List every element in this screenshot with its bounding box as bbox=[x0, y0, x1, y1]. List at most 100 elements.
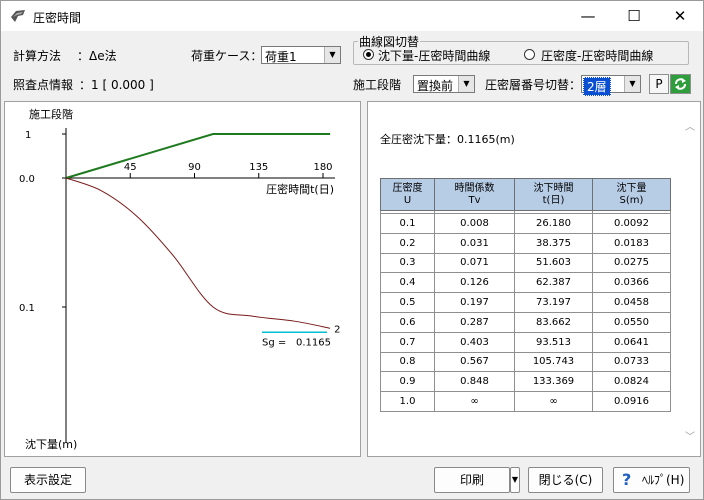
table-cell: 0.197 bbox=[434, 292, 515, 313]
radio-settlement-time[interactable] bbox=[363, 49, 374, 60]
load-case-label: 荷重ケース： bbox=[191, 49, 263, 63]
table-cell: 0.3 bbox=[380, 252, 435, 274]
minimize-button[interactable]: — bbox=[565, 1, 611, 31]
layer-select[interactable]: 2層 ▼ bbox=[581, 75, 641, 96]
layer-switch-label: 圧密層番号切替： bbox=[485, 78, 582, 92]
table-cell: 0.071 bbox=[434, 252, 515, 274]
load-case-select[interactable]: 荷重1 ▼ bbox=[261, 46, 341, 64]
table-cell: 0.0733 bbox=[592, 351, 671, 373]
consolidation-time-window: 圧密時間 — ☐ ✕ 計算方法 ：Δe法 荷重ケース： 荷重1 ▼ 曲線図切替 … bbox=[0, 0, 704, 500]
header-settlement-time: 沈下時間 t(日) bbox=[514, 178, 593, 211]
stage-tick-label: 1 bbox=[25, 130, 31, 141]
table-cell: 105.743 bbox=[514, 351, 593, 373]
y-tick-label: 0.1 bbox=[19, 303, 35, 314]
table-cell: 26.180 bbox=[514, 213, 593, 234]
help-icon: ? bbox=[622, 470, 632, 489]
table-cell: 83.662 bbox=[514, 311, 593, 333]
table-cell: 51.603 bbox=[514, 252, 593, 274]
table-cell: 0.287 bbox=[434, 311, 515, 333]
table-cell: 0.008 bbox=[434, 213, 515, 234]
table-row: 0.9 0.848 133.369 0.0824 bbox=[380, 371, 671, 393]
table-cell: 0.9 bbox=[380, 371, 435, 393]
table-cell: 133.369 bbox=[514, 371, 593, 393]
calc-method-value: ：Δe法 bbox=[77, 49, 117, 63]
header-time-factor: 時間係数 Tv bbox=[434, 178, 515, 211]
refresh-button[interactable] bbox=[670, 74, 691, 94]
graph-panel: 施工段階 1 0.0 45 90 135 180 圧密時間t(日) 0.1 沈下量(m) 2 Sg =… bbox=[4, 101, 361, 457]
results-table: 圧密度 U 時間係数 Tv 沈下時間 t(日) 沈下量 S(m) 0.1 0.008 26.… bbox=[380, 178, 671, 412]
table-cell: 0.1 bbox=[380, 213, 435, 234]
table-cell: 0.7 bbox=[380, 331, 435, 353]
scroll-up-icon[interactable]: ︿ bbox=[683, 118, 697, 133]
close-button[interactable]: 閉じる(C) bbox=[528, 467, 603, 493]
table-cell: ∞ bbox=[514, 391, 593, 412]
radio-degree-time-label[interactable]: 圧密度-圧密時間曲線 bbox=[541, 47, 653, 64]
table-cell: 0.031 bbox=[434, 232, 515, 254]
header-settlement: 沈下量 S(m) bbox=[592, 178, 671, 211]
settlement-curve bbox=[65, 177, 331, 329]
maximize-button[interactable]: ☐ bbox=[611, 1, 657, 31]
window-title: 圧密時間 bbox=[33, 11, 82, 25]
stage-label: 施工段階 bbox=[353, 78, 402, 92]
table-cell: 0.126 bbox=[434, 272, 515, 294]
check-point-value: ：1 [ 0.000 ] bbox=[79, 78, 154, 92]
table-row: 1.0 ∞ ∞ 0.0916 bbox=[380, 391, 671, 412]
results-panel: 全圧密沈下量：0.1165(m) 圧密度 U 時間係数 Tv 沈下時間 t(日) 沈下… bbox=[367, 101, 701, 457]
x-tick-label: 135 bbox=[249, 162, 268, 173]
table-row: 0.1 0.008 26.180 0.0092 bbox=[380, 213, 671, 234]
print-button[interactable]: 印刷 bbox=[434, 467, 510, 493]
table-cell: 0.0183 bbox=[592, 232, 671, 254]
table-row: 0.8 0.567 105.743 0.0733 bbox=[380, 351, 671, 373]
close-icon: ✕ bbox=[673, 7, 687, 25]
table-cell: 0.6 bbox=[380, 311, 435, 333]
y-axis-label: 沈下量(m) bbox=[25, 437, 77, 451]
total-settlement: 全圧密沈下量：0.1165(m) bbox=[380, 133, 515, 146]
chevron-down-icon: ▼ bbox=[511, 475, 519, 484]
chevron-down-icon: ▼ bbox=[458, 76, 474, 92]
x-axis-label: 圧密時間t(日) bbox=[266, 182, 334, 196]
stage-select[interactable]: 置換前 ▼ bbox=[413, 75, 475, 93]
table-row: 0.3 0.071 51.603 0.0275 bbox=[380, 252, 671, 274]
load-case-value: 荷重1 bbox=[265, 50, 297, 64]
table-row: 0.4 0.126 62.387 0.0366 bbox=[380, 272, 671, 294]
table-header-row: 圧密度 U 時間係数 Tv 沈下時間 t(日) 沈下量 S(m) bbox=[380, 178, 671, 211]
table-cell: 0.0916 bbox=[592, 391, 671, 412]
minimize-icon: — bbox=[580, 7, 596, 25]
table-cell: ∞ bbox=[434, 391, 515, 412]
chevron-down-icon: ▼ bbox=[324, 47, 340, 63]
table-cell: 62.387 bbox=[514, 272, 593, 294]
p-button[interactable]: P bbox=[649, 74, 669, 94]
table-cell: 0.0824 bbox=[592, 371, 671, 393]
maximize-icon: ☐ bbox=[627, 7, 641, 25]
table-cell: 73.197 bbox=[514, 292, 593, 313]
stage-tick-label: 0.0 bbox=[19, 174, 35, 185]
stage-axis-title: 施工段階 bbox=[29, 107, 73, 121]
table-row: 0.2 0.031 38.375 0.0183 bbox=[380, 232, 671, 254]
x-tick-label: 180 bbox=[313, 162, 332, 173]
table-cell: 93.513 bbox=[514, 331, 593, 353]
x-tick-label: 45 bbox=[124, 162, 137, 173]
table-cell: 0.4 bbox=[380, 272, 435, 294]
table-cell: 1.0 bbox=[380, 391, 435, 412]
table-cell: 0.0092 bbox=[592, 213, 671, 234]
sg-label: Sg = bbox=[262, 337, 286, 348]
table-cell: 0.403 bbox=[434, 331, 515, 353]
scroll-down-icon[interactable]: ﹀ bbox=[683, 428, 697, 443]
table-row: 0.6 0.287 83.662 0.0550 bbox=[380, 311, 671, 333]
table-cell: 0.0550 bbox=[592, 311, 671, 333]
title-bar: 圧密時間 — ☐ ✕ bbox=[1, 1, 703, 31]
table-row: 0.5 0.197 73.197 0.0458 bbox=[380, 292, 671, 313]
help-button[interactable]: ? ﾍﾙﾌﾟ(H) bbox=[613, 467, 690, 493]
table-cell: 0.848 bbox=[434, 371, 515, 393]
table-cell: 0.2 bbox=[380, 232, 435, 254]
table-cell: 0.567 bbox=[434, 351, 515, 373]
check-point-label: 照査点情報 bbox=[13, 78, 74, 92]
radio-degree-time[interactable] bbox=[524, 49, 535, 60]
display-settings-button[interactable]: 表示設定 bbox=[10, 467, 86, 493]
radio-settlement-time-label[interactable]: 沈下量-圧密時間曲線 bbox=[378, 47, 490, 64]
sg-value: 0.1165 bbox=[296, 337, 331, 348]
print-dropdown-button[interactable]: ▼ bbox=[510, 467, 520, 493]
refresh-icon bbox=[671, 75, 690, 93]
close-window-button[interactable]: ✕ bbox=[657, 1, 703, 31]
table-cell: 0.5 bbox=[380, 292, 435, 313]
